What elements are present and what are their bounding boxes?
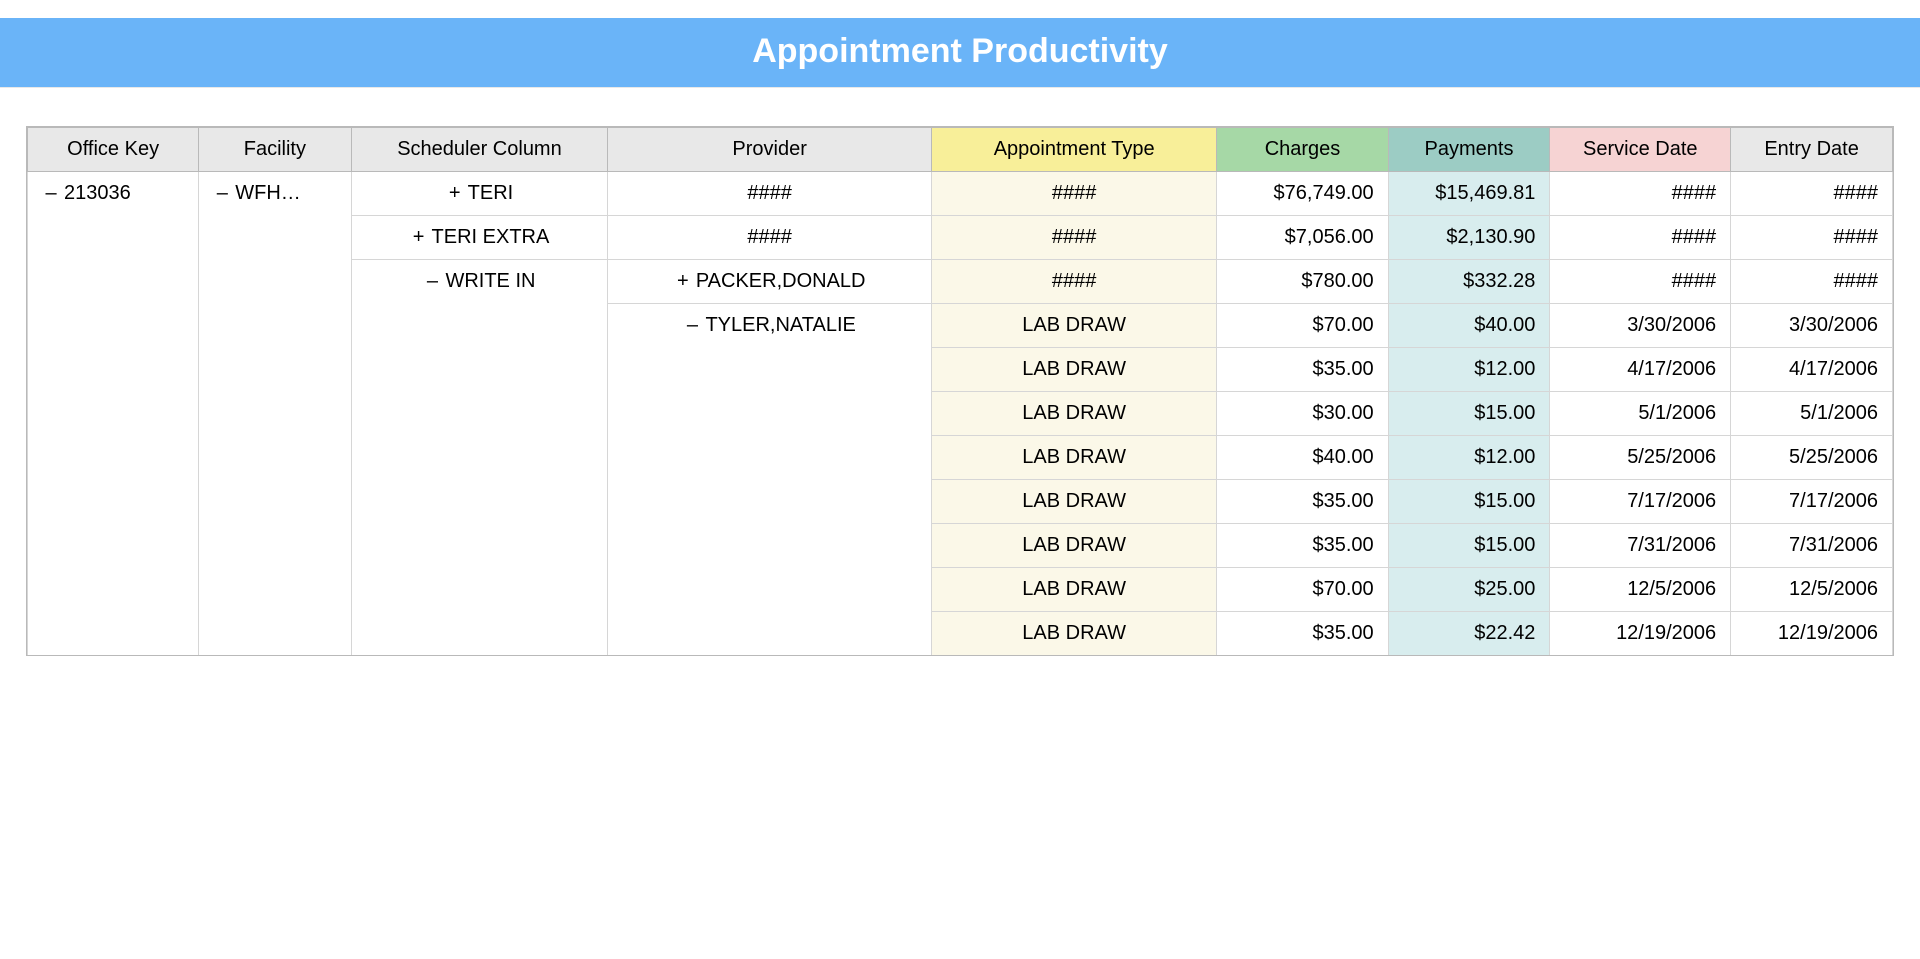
payments-cell: $2,130.90: [1388, 216, 1550, 260]
col-header-charges[interactable]: Charges: [1217, 128, 1388, 172]
appointment-type-cell: LAB DRAW: [931, 304, 1216, 348]
service-date-cell: ####: [1550, 216, 1731, 260]
appointment-type-cell: ####: [931, 216, 1216, 260]
entry-date-cell: 4/17/2006: [1731, 348, 1893, 392]
provider-cell: ####: [608, 172, 932, 216]
charges-cell: $70.00: [1217, 568, 1388, 612]
provider-cell[interactable]: –TYLER,NATALIE: [608, 304, 932, 657]
col-header-scheduler[interactable]: Scheduler Column: [351, 128, 608, 172]
entry-date-cell: 3/30/2006: [1731, 304, 1893, 348]
scheduler-cell[interactable]: +TERI EXTRA: [351, 216, 608, 260]
entry-date-cell: 12/5/2006: [1731, 568, 1893, 612]
appointment-type-cell: ####: [931, 172, 1216, 216]
appointment-type-cell: LAB DRAW: [931, 656, 1216, 657]
entry-date-cell: ####: [1731, 172, 1893, 216]
expand-icon[interactable]: +: [446, 182, 464, 205]
service-date-cell: 3/30/2006: [1550, 304, 1731, 348]
page-title: Appointment Productivity: [752, 32, 1168, 70]
provider-cell: ####: [608, 216, 932, 260]
payments-cell: $15,469.81: [1388, 172, 1550, 216]
payments-cell: $12.00: [1388, 436, 1550, 480]
charges-cell: $40.00: [1217, 436, 1388, 480]
facility-cell[interactable]: –WFH…: [199, 172, 351, 657]
payments-cell: $15.00: [1388, 480, 1550, 524]
expand-icon[interactable]: +: [410, 226, 428, 249]
payments-cell: $22.42: [1388, 612, 1550, 656]
payments-cell: $40.00: [1388, 304, 1550, 348]
service-date-cell: 12/19/2006: [1550, 612, 1731, 656]
provider-cell[interactable]: +PACKER,DONALD: [608, 260, 932, 304]
payments-cell: $15.00: [1388, 392, 1550, 436]
page-title-banner: Appointment Productivity: [0, 18, 1920, 88]
service-date-cell: 12/28/2006: [1550, 656, 1731, 657]
entry-date-cell: ####: [1731, 260, 1893, 304]
productivity-table-container: Office Key Facility Scheduler Column Pro…: [26, 126, 1894, 656]
charges-cell: $780.00: [1217, 260, 1388, 304]
charges-cell: $35.00: [1217, 656, 1388, 657]
payments-cell: $12.00: [1388, 656, 1550, 657]
charges-cell: $35.00: [1217, 612, 1388, 656]
appointment-type-cell: LAB DRAW: [931, 568, 1216, 612]
charges-cell: $7,056.00: [1217, 216, 1388, 260]
col-header-service-date[interactable]: Service Date: [1550, 128, 1731, 172]
table-header-row: Office Key Facility Scheduler Column Pro…: [28, 128, 1893, 172]
appointment-type-cell: LAB DRAW: [931, 612, 1216, 656]
appointment-type-cell: ####: [931, 260, 1216, 304]
service-date-cell: ####: [1550, 172, 1731, 216]
col-header-payments[interactable]: Payments: [1388, 128, 1550, 172]
charges-cell: $35.00: [1217, 524, 1388, 568]
table-body: –213036–WFH…+TERI########$76,749.00$15,4…: [28, 172, 1893, 657]
service-date-cell: 12/5/2006: [1550, 568, 1731, 612]
entry-date-cell: 5/25/2006: [1731, 436, 1893, 480]
entry-date-cell: 7/17/2006: [1731, 480, 1893, 524]
scheduler-cell[interactable]: +TERI: [351, 172, 608, 216]
charges-cell: $70.00: [1217, 304, 1388, 348]
service-date-cell: 5/25/2006: [1550, 436, 1731, 480]
productivity-table: Office Key Facility Scheduler Column Pro…: [27, 127, 1893, 656]
appointment-type-cell: LAB DRAW: [931, 392, 1216, 436]
col-header-appointment-type[interactable]: Appointment Type: [931, 128, 1216, 172]
entry-date-cell: 7/31/2006: [1731, 524, 1893, 568]
charges-cell: $35.00: [1217, 480, 1388, 524]
collapse-icon[interactable]: –: [683, 314, 701, 337]
appointment-type-cell: LAB DRAW: [931, 480, 1216, 524]
appointment-type-cell: LAB DRAW: [931, 436, 1216, 480]
entry-date-cell: 5/1/2006: [1731, 392, 1893, 436]
col-header-facility[interactable]: Facility: [199, 128, 351, 172]
entry-date-cell: ####: [1731, 216, 1893, 260]
collapse-icon[interactable]: –: [213, 182, 231, 205]
service-date-cell: 7/17/2006: [1550, 480, 1731, 524]
appointment-type-cell: LAB DRAW: [931, 524, 1216, 568]
col-header-office-key[interactable]: Office Key: [28, 128, 199, 172]
expand-icon[interactable]: +: [674, 270, 692, 293]
service-date-cell: 7/31/2006: [1550, 524, 1731, 568]
service-date-cell: ####: [1550, 260, 1731, 304]
charges-cell: $35.00: [1217, 348, 1388, 392]
service-date-cell: 4/17/2006: [1550, 348, 1731, 392]
payments-cell: $12.00: [1388, 348, 1550, 392]
appointment-type-cell: LAB DRAW: [931, 348, 1216, 392]
table-row: LAB DRAW$35.00$12.0012/28/200612/28/2006: [28, 656, 1893, 657]
entry-date-cell: 12/19/2006: [1731, 612, 1893, 656]
charges-cell: $76,749.00: [1217, 172, 1388, 216]
scheduler-cell[interactable]: –WRITE IN: [351, 260, 608, 657]
entry-date-cell: 12/28/2006: [1731, 656, 1893, 657]
table-row: –213036–WFH…+TERI########$76,749.00$15,4…: [28, 172, 1893, 216]
payments-cell: $15.00: [1388, 524, 1550, 568]
payments-cell: $332.28: [1388, 260, 1550, 304]
office-key-cell[interactable]: –213036: [28, 172, 199, 657]
collapse-icon[interactable]: –: [42, 182, 60, 205]
service-date-cell: 5/1/2006: [1550, 392, 1731, 436]
col-header-provider[interactable]: Provider: [608, 128, 932, 172]
collapse-icon[interactable]: –: [423, 270, 441, 293]
payments-cell: $25.00: [1388, 568, 1550, 612]
col-header-entry-date[interactable]: Entry Date: [1731, 128, 1893, 172]
charges-cell: $30.00: [1217, 392, 1388, 436]
